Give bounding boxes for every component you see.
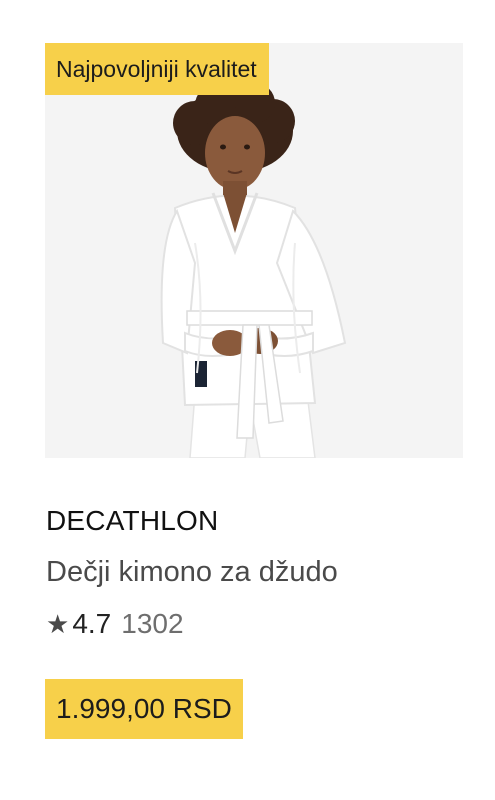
product-image[interactable]: Najpovoljniji kvalitet	[45, 43, 463, 458]
product-card[interactable]: Najpovoljniji kvalitet DECATHLON Dečji k…	[0, 0, 495, 800]
product-title[interactable]: Dečji kimono za džudo	[46, 556, 338, 589]
price-tag: 1.999,00 RSD	[45, 679, 243, 739]
rating-value: 4.7	[72, 608, 112, 639]
star-icon: ★	[46, 609, 70, 639]
kimono-illustration	[160, 83, 347, 458]
rating-row[interactable]: ★ 4.7 1302	[46, 606, 184, 642]
review-count: 1302	[121, 608, 184, 639]
brand-name: DECATHLON	[46, 505, 219, 536]
quality-badge: Najpovoljniji kvalitet	[45, 43, 269, 95]
